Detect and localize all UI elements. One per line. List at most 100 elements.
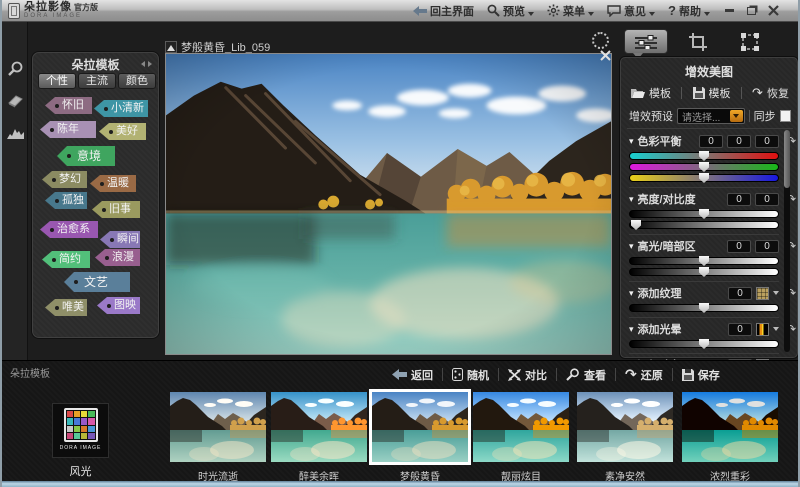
thumbnail-image[interactable]: [473, 392, 569, 462]
eraser-icon[interactable]: [7, 94, 24, 113]
flare-swatch[interactable]: [756, 323, 769, 336]
tab-frame[interactable]: [728, 29, 772, 54]
close-button[interactable]: [767, 5, 780, 17]
slider-thumb[interactable]: [699, 267, 709, 277]
tab-crop[interactable]: [676, 29, 720, 54]
divider: [672, 368, 673, 381]
filter-tag[interactable]: 小清新: [94, 100, 148, 117]
load-template-button[interactable]: 模板: [631, 85, 671, 101]
template-thumbnail[interactable]: 醉美余晖: [271, 392, 367, 483]
cyan-red-slider[interactable]: [629, 152, 779, 160]
scrollbar-thumb[interactable]: [784, 130, 790, 188]
thumbnail-image[interactable]: [271, 392, 367, 462]
filter-tag[interactable]: 怀旧: [45, 97, 92, 114]
texture-slider[interactable]: [629, 304, 779, 312]
flare-slider[interactable]: [629, 340, 779, 348]
divider: [627, 128, 793, 129]
template-thumbnail[interactable]: 时光流逝: [170, 392, 266, 483]
thumbnail-image[interactable]: [682, 392, 778, 462]
template-thumbnail[interactable]: 素净安然: [577, 392, 673, 483]
yellow-blue-slider[interactable]: [629, 174, 779, 182]
texture-swatch[interactable]: [756, 287, 769, 300]
thumbnail-image[interactable]: [577, 392, 673, 462]
filter-tag[interactable]: 治愈系: [40, 221, 98, 238]
brightness-slider[interactable]: [629, 210, 779, 218]
chevron-down-icon[interactable]: [773, 291, 779, 295]
collapse-icon[interactable]: ▾: [629, 195, 634, 204]
slider-thumb[interactable]: [699, 151, 709, 161]
value-input[interactable]: 0: [727, 193, 751, 206]
filter-tag[interactable]: 旧事: [92, 201, 140, 218]
filter-tag[interactable]: 意境: [57, 146, 115, 166]
save-button[interactable]: 保存: [682, 367, 720, 383]
shadows-slider[interactable]: [629, 268, 779, 276]
value-input[interactable]: 0: [755, 135, 779, 148]
save-icon: [693, 87, 705, 99]
slider-thumb[interactable]: [699, 339, 709, 349]
slider-thumb[interactable]: [631, 220, 641, 230]
dropdown-button[interactable]: [730, 110, 743, 122]
histogram-icon[interactable]: [7, 126, 24, 144]
preset-dropdown[interactable]: 请选择...: [677, 108, 745, 124]
tab-personality[interactable]: 个性: [38, 73, 76, 89]
template-thumbnail[interactable]: 靓丽炫目: [473, 392, 569, 483]
dice-icon: [452, 368, 463, 381]
slider-thumb[interactable]: [699, 303, 709, 313]
tab-color[interactable]: 颜色: [118, 73, 156, 89]
chevron-down-icon: [588, 12, 594, 16]
close-image-icon[interactable]: [600, 50, 612, 62]
highlights-slider[interactable]: [629, 257, 779, 265]
contrast-slider[interactable]: [629, 221, 779, 229]
thumbnail-image[interactable]: [170, 392, 266, 462]
value-input[interactable]: 0: [728, 323, 752, 336]
template-thumbnail[interactable]: 梦般黄昏: [372, 392, 468, 483]
preview-button[interactable]: 预览: [487, 3, 534, 19]
home-button[interactable]: 回主界面: [413, 3, 474, 19]
collapse-icon[interactable]: ▾: [629, 325, 634, 334]
menu-button[interactable]: 菜单: [547, 3, 594, 19]
compare-button[interactable]: 对比: [508, 367, 547, 383]
slider-thumb[interactable]: [699, 173, 709, 183]
save-template-button[interactable]: 模板: [693, 85, 731, 101]
search-icon[interactable]: [7, 60, 24, 82]
collapse-icon[interactable]: ▾: [629, 242, 634, 251]
collapse-icon[interactable]: ▾: [629, 137, 634, 146]
feedback-button[interactable]: 意见: [607, 3, 655, 19]
value-input[interactable]: 0: [755, 240, 779, 253]
filter-tag[interactable]: 简约: [42, 251, 90, 268]
revert-button[interactable]: ↶ 还原: [625, 366, 663, 383]
scrollbar[interactable]: [784, 130, 790, 352]
filter-tag[interactable]: 美好: [99, 123, 146, 140]
sync-checkbox[interactable]: [780, 110, 791, 122]
panel-collapse-arrows[interactable]: [141, 61, 152, 67]
back-button[interactable]: 返回: [392, 367, 433, 383]
minimize-button[interactable]: [723, 5, 736, 17]
filter-tag[interactable]: 文艺: [64, 272, 130, 292]
collapse-icon[interactable]: ▾: [629, 289, 634, 298]
slider-thumb[interactable]: [699, 209, 709, 219]
chevron-down-icon[interactable]: [773, 327, 779, 331]
restore-button[interactable]: ↶ 恢复: [752, 85, 789, 101]
help-button[interactable]: ? 帮助: [668, 3, 710, 19]
bottom-panel: 朵拉模板 返回 随机 对比 查看 ↶ 还: [2, 360, 798, 482]
magenta-green-slider[interactable]: [629, 163, 779, 171]
slider-thumb[interactable]: [699, 256, 709, 266]
slider-thumb[interactable]: [699, 162, 709, 172]
filter-tag[interactable]: 陈年: [40, 121, 96, 138]
value-input[interactable]: 0: [699, 135, 723, 148]
value-input[interactable]: 0: [727, 135, 751, 148]
main-image[interactable]: [165, 53, 612, 355]
tab-mainstream[interactable]: 主流: [78, 73, 116, 89]
divider: [442, 368, 443, 381]
value-input[interactable]: 0: [755, 193, 779, 206]
tab-adjustments[interactable]: [624, 29, 668, 54]
template-thumbnail[interactable]: 浓烈重彩: [682, 392, 778, 483]
picture-icon: [165, 41, 177, 53]
value-input[interactable]: 0: [727, 240, 751, 253]
restore-button[interactable]: [745, 5, 758, 17]
random-button[interactable]: 随机: [452, 367, 489, 383]
thumbnail-image[interactable]: [372, 392, 468, 462]
value-input[interactable]: 0: [728, 287, 752, 300]
view-button[interactable]: 查看: [566, 367, 606, 383]
category-tile[interactable]: DORA IMAGE: [52, 403, 109, 458]
